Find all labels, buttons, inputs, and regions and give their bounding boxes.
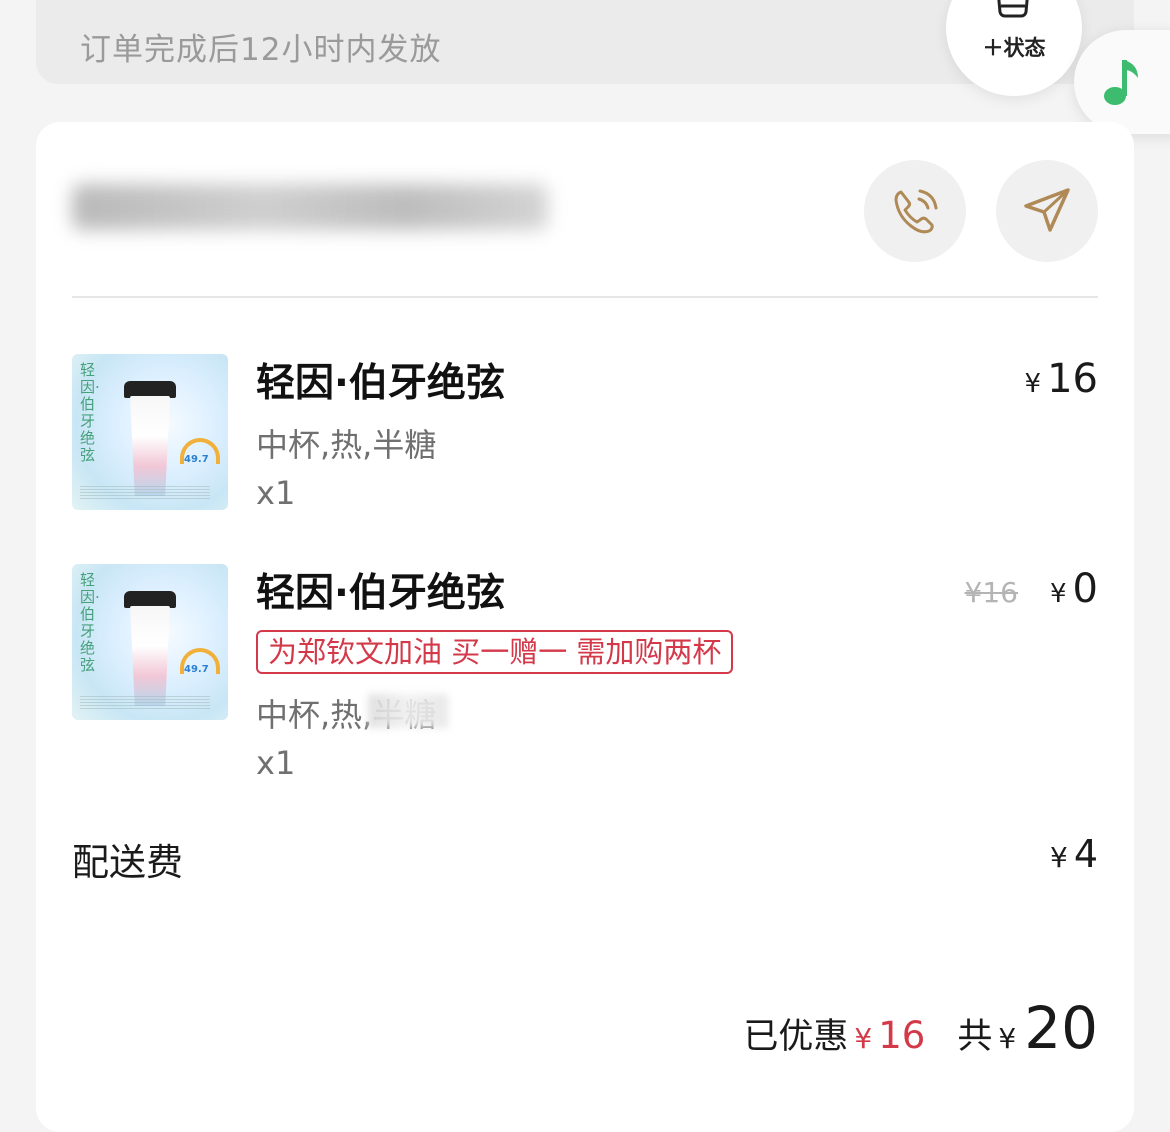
cup-body [130, 396, 170, 496]
cup-lid [124, 591, 176, 608]
discount-amount: ¥16 [854, 1014, 925, 1057]
mosaic-overlay [368, 694, 448, 728]
total-amount: 20 [1024, 994, 1098, 1062]
currency-symbol: ¥ [998, 1022, 1017, 1055]
music-note-icon [1104, 60, 1138, 105]
status-button-label: ＋状态 [982, 36, 1046, 60]
product-quantity: x1 [256, 474, 296, 512]
delivery-fee-label: 配送费 [72, 841, 183, 884]
product-name: 轻因·伯牙绝弦 [256, 571, 505, 616]
product-thumbnail: 轻因·伯牙绝弦 49.7 [72, 564, 228, 720]
price-value: 16 [1047, 356, 1098, 402]
order-summary: 已优惠 ¥16 共 ¥ 20 [743, 994, 1098, 1062]
caffeine-gauge-value: 49.7 [184, 664, 209, 675]
cup-lid [124, 381, 176, 398]
cup-body [130, 606, 170, 706]
total-label: 共 [957, 1017, 993, 1057]
delivery-fee-price: ¥4 [1050, 832, 1098, 876]
fine-print [80, 696, 210, 710]
product-thumbnail: 轻因·伯牙绝弦 49.7 [72, 354, 228, 510]
store-name-blurred [72, 184, 548, 230]
reward-notice-text: 订单完成后12小时内发放 [80, 32, 442, 68]
navigate-button[interactable] [996, 160, 1098, 262]
currency-symbol: ¥ [1024, 369, 1042, 399]
product-quantity: x1 [256, 744, 296, 782]
fine-print [80, 486, 210, 500]
order-card: 轻因·伯牙绝弦 49.7 轻因·伯牙绝弦 中杯,热,半糖 x1 ¥16 轻因·伯… [36, 122, 1134, 1132]
price-value: 0 [1072, 566, 1098, 612]
cup-icon [997, 0, 1029, 18]
call-store-button[interactable] [864, 160, 966, 262]
currency-symbol: ¥ [854, 1022, 873, 1055]
discount-label: 已优惠 [743, 1017, 849, 1057]
phone-icon [894, 189, 938, 234]
caffeine-gauge-value: 49.7 [184, 454, 209, 465]
music-button[interactable] [1074, 30, 1170, 134]
discount-value: 16 [878, 1014, 926, 1057]
product-price: ¥16 [1025, 356, 1098, 402]
promotion-tag: 为郑钦文加油 买一赠一 需加购两杯 [256, 630, 734, 674]
currency-symbol: ¥ [1049, 841, 1068, 874]
thumbnail-caption: 轻因·伯牙绝弦 [80, 361, 100, 464]
delivery-fee-value: 4 [1073, 832, 1098, 876]
currency-symbol: ¥ [1050, 579, 1067, 609]
navigation-arrow-icon [1024, 188, 1070, 232]
product-spec: 中杯,热,半糖 [256, 426, 437, 464]
thumbnail-caption: 轻因·伯牙绝弦 [80, 571, 100, 674]
divider [72, 296, 1098, 298]
product-name: 轻因·伯牙绝弦 [256, 361, 505, 406]
original-price: ¥16 [964, 576, 1018, 609]
product-price: ¥0 [1050, 566, 1098, 612]
